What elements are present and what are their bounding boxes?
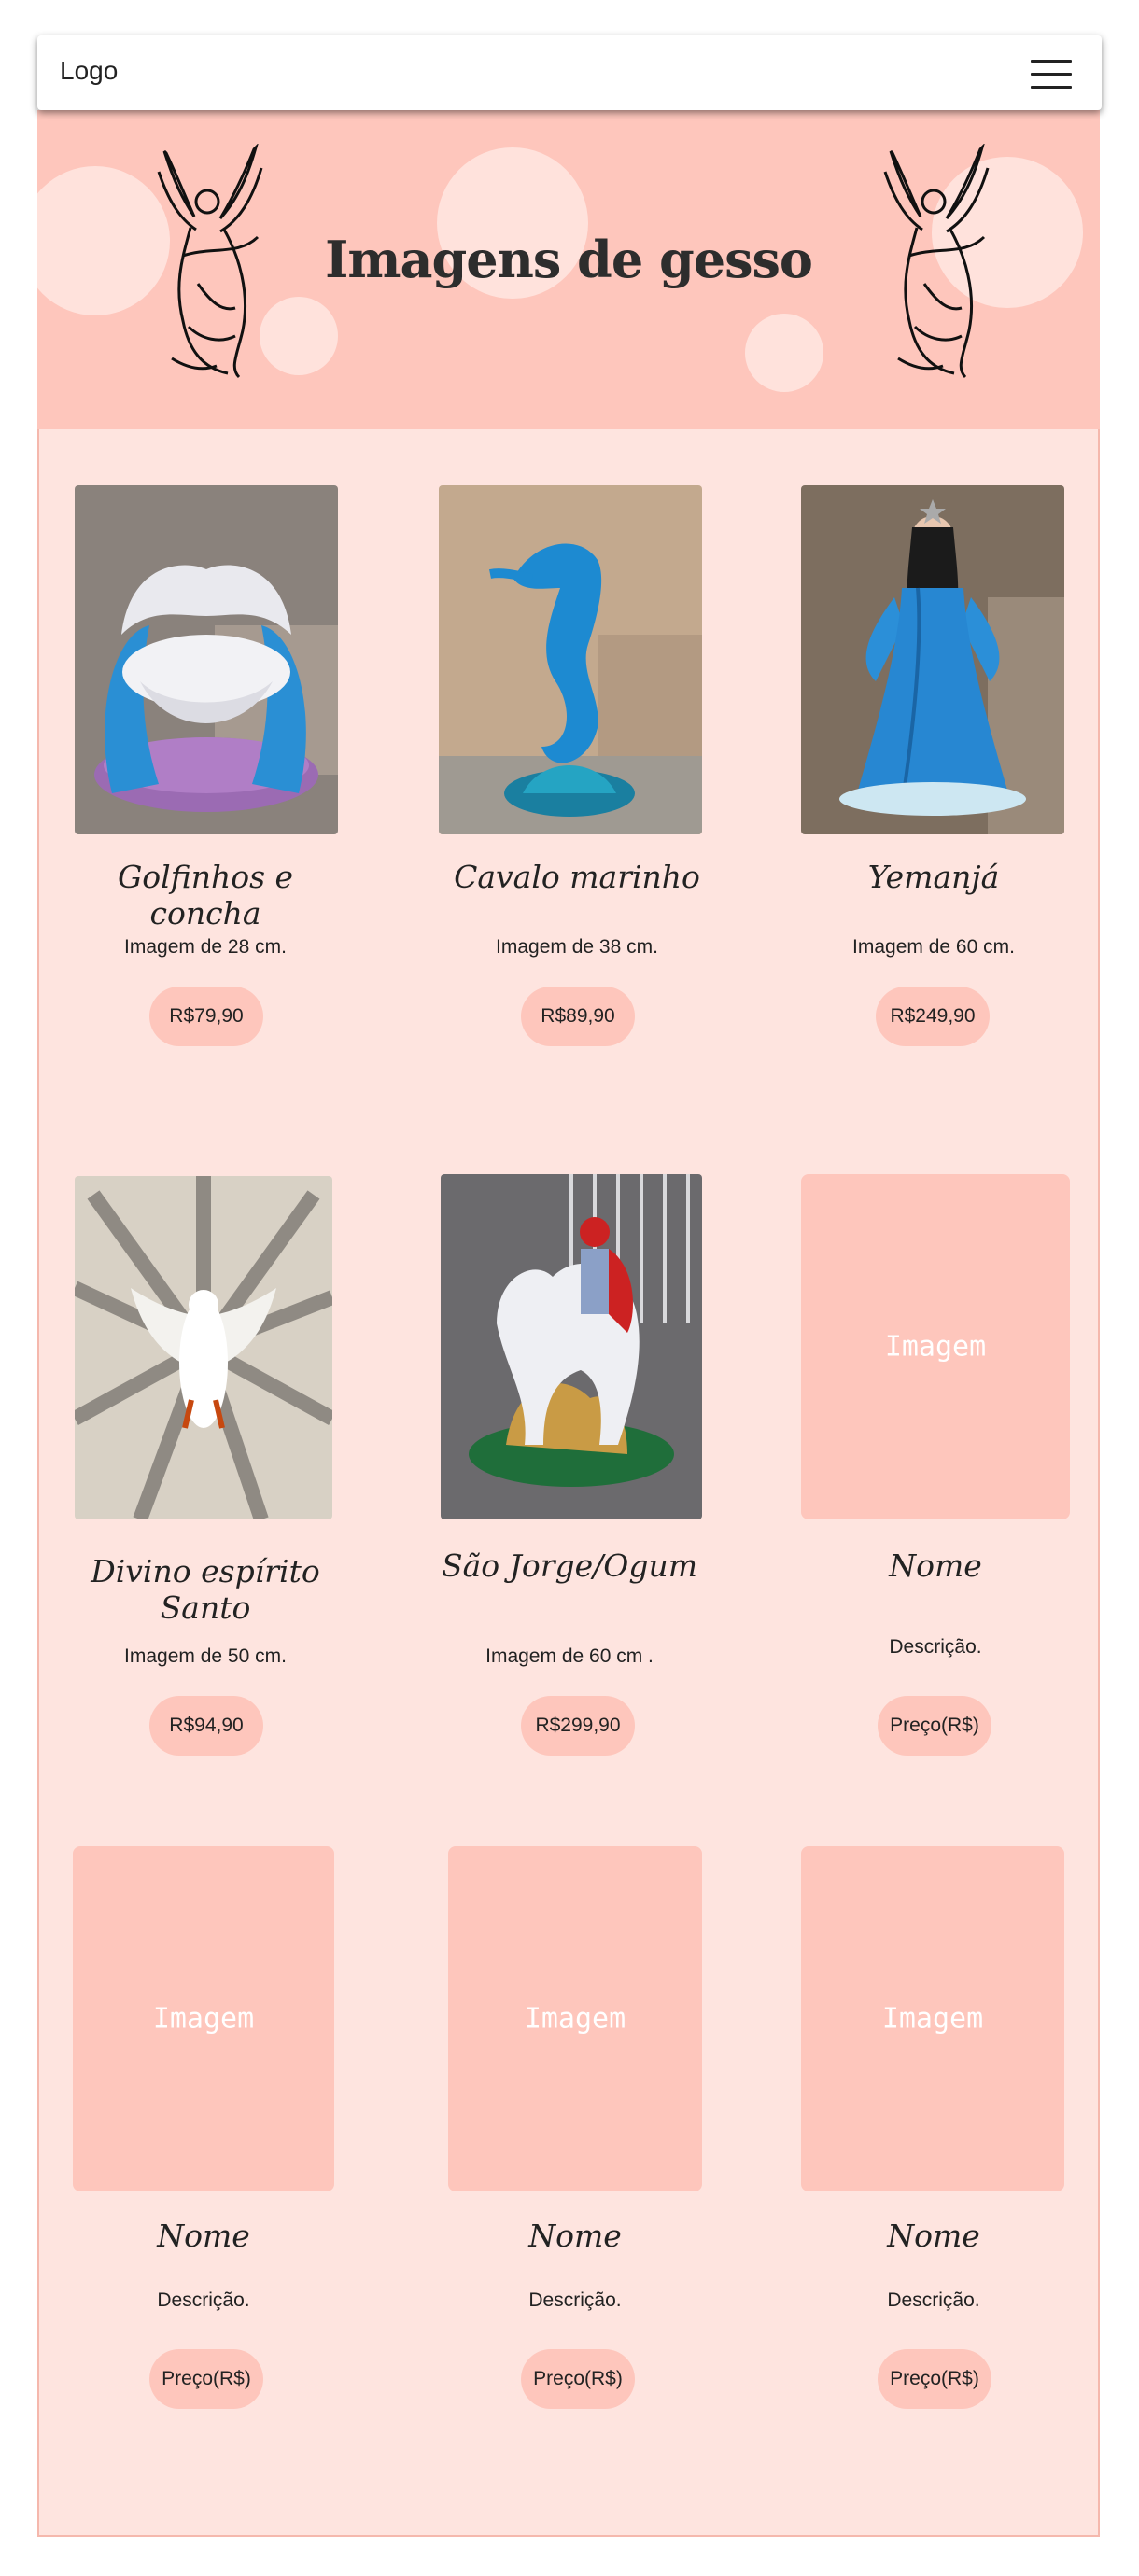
- price-button[interactable]: Preço(R$): [521, 2349, 635, 2409]
- product-description: Imagem de 60 cm .: [485, 1645, 654, 1667]
- product-description: Descrição.: [887, 2289, 980, 2311]
- product-name: Golfinhos e concha: [117, 859, 294, 931]
- product-description: Imagem de 38 cm.: [496, 936, 658, 958]
- price-button[interactable]: R$249,90: [876, 987, 990, 1046]
- price-button[interactable]: R$94,90: [149, 1696, 263, 1756]
- product-name: Divino espírito Santo: [91, 1553, 320, 1626]
- decor-circle: [745, 314, 823, 392]
- image-placeholder-label: Imagem: [524, 2002, 626, 2036]
- product-description: Descrição.: [157, 2289, 250, 2311]
- product-name: Nome: [157, 2218, 250, 2254]
- product-name: São Jorge/Ogum: [441, 1547, 697, 1584]
- price-button[interactable]: Preço(R$): [878, 1696, 991, 1756]
- product-description: Descrição.: [528, 2289, 622, 2311]
- price-button[interactable]: R$89,90: [521, 987, 635, 1046]
- price-button[interactable]: R$79,90: [149, 987, 263, 1046]
- image-placeholder-label: Imagem: [152, 2002, 255, 2036]
- hero-banner: Imagens de gesso: [37, 110, 1100, 429]
- product-name: Nome: [889, 1547, 982, 1584]
- logo[interactable]: Logo: [60, 56, 118, 86]
- product-name: Cavalo marinho: [454, 859, 700, 895]
- navbar: Logo: [37, 35, 1102, 110]
- product-name: Nome: [887, 2218, 980, 2254]
- hamburger-menu-icon[interactable]: [1031, 60, 1072, 90]
- product-image-placeholder[interactable]: Imagem: [448, 1846, 702, 2191]
- product-description: Imagem de 50 cm.: [124, 1645, 287, 1667]
- product-name: Nome: [528, 2218, 622, 2254]
- product-image-divino[interactable]: [75, 1176, 332, 1519]
- product-image-placeholder[interactable]: Imagem: [801, 1174, 1070, 1519]
- product-description: Descrição.: [889, 1636, 982, 1658]
- product-image-yemanja[interactable]: [801, 485, 1064, 834]
- product-description: Imagem de 28 cm.: [124, 936, 287, 958]
- product-image-sao-jorge[interactable]: [441, 1174, 702, 1519]
- image-placeholder-label: Imagem: [884, 1330, 987, 1364]
- price-button[interactable]: Preço(R$): [878, 2349, 991, 2409]
- product-image-dolphins[interactable]: [75, 485, 338, 834]
- decor-circle: [260, 297, 338, 375]
- image-placeholder-label: Imagem: [881, 2002, 984, 2036]
- price-button[interactable]: R$299,90: [521, 1696, 635, 1756]
- product-image-placeholder[interactable]: Imagem: [73, 1846, 334, 2191]
- page-title: Imagens de gesso: [325, 230, 813, 289]
- product-description: Imagem de 60 cm.: [852, 936, 1015, 958]
- product-image-seahorse[interactable]: [439, 485, 702, 834]
- product-name: Yemanjá: [867, 859, 1000, 895]
- price-button[interactable]: Preço(R$): [149, 2349, 263, 2409]
- product-image-placeholder[interactable]: Imagem: [801, 1846, 1064, 2191]
